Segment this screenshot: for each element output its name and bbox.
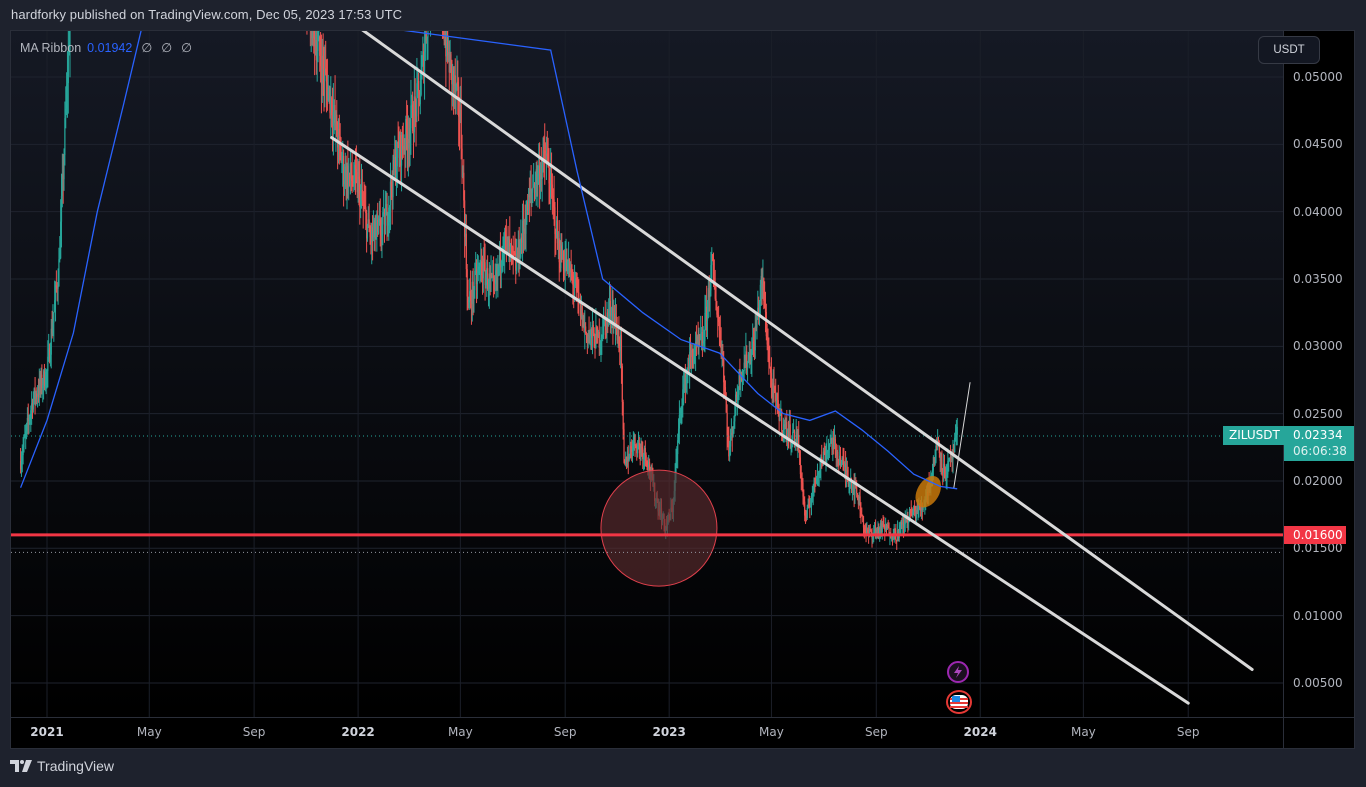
- chart-pane[interactable]: MA Ribbon 0.01942 ∅ ∅ ∅ USDT 0.05000 0.04…: [10, 30, 1355, 749]
- indicator-na-1: ∅: [141, 41, 153, 55]
- candle-body: [779, 415, 781, 421]
- candle-body: [23, 437, 25, 448]
- bar-countdown: 06:06:38: [1293, 444, 1347, 458]
- price-tick-label: 0.03000: [1293, 339, 1343, 354]
- candle-body: [623, 429, 625, 463]
- price-tick-label: 0.05000: [1293, 70, 1343, 84]
- candle-body: [67, 50, 69, 84]
- price-tick-label: 0.01000: [1293, 608, 1343, 623]
- candle-body: [645, 455, 647, 461]
- publish-header: hardforky published on TradingView.com, …: [11, 7, 403, 22]
- indicator-na-2: ∅: [161, 41, 173, 55]
- price-tick-label: 0.03500: [1293, 271, 1343, 286]
- time-tick-label: May: [1070, 725, 1096, 739]
- candle-body: [417, 80, 420, 91]
- time-tick-label: 2021: [30, 725, 64, 739]
- indicator-value: 0.01942: [87, 40, 133, 55]
- price-tick-label: 0.04500: [1293, 137, 1343, 152]
- candle-body: [384, 214, 386, 234]
- lightning-event-icon[interactable]: [947, 661, 969, 683]
- price-tick-label: 0.04000: [1293, 204, 1343, 219]
- candle-body: [465, 233, 467, 270]
- candle-body: [956, 426, 958, 435]
- us-flag-event-icon[interactable]: [946, 690, 972, 714]
- last-price-label: 0.02334 06:06:38: [1284, 426, 1354, 461]
- candle-body: [621, 366, 623, 402]
- time-tick-label: Sep: [242, 725, 266, 739]
- price-tick-label: 0.02000: [1293, 473, 1343, 488]
- price-tick-label: 0.02500: [1293, 406, 1343, 421]
- candle-body: [317, 41, 319, 51]
- time-tick-label: Sep: [1176, 725, 1200, 739]
- horizontal-level-label: 0.01600: [1284, 526, 1346, 544]
- candle-body: [781, 410, 783, 431]
- lightning-glyph-icon: [954, 666, 962, 678]
- time-tick-label: Sep: [864, 725, 888, 739]
- plot-background: [11, 31, 1283, 717]
- time-tick-label: 2023: [652, 725, 686, 739]
- candle-body: [834, 439, 836, 445]
- tradingview-brand: TradingView: [37, 758, 115, 774]
- candle-body: [806, 508, 808, 519]
- symbol-label: ZILUSDT: [1223, 426, 1286, 445]
- candle-body: [792, 431, 794, 440]
- grid: [11, 31, 1283, 717]
- currency-button[interactable]: USDT: [1258, 36, 1320, 64]
- candle-body: [620, 335, 623, 367]
- candle-body: [532, 187, 534, 190]
- candle-body: [941, 452, 943, 470]
- candle-body: [769, 362, 771, 367]
- chart-canvas[interactable]: [11, 31, 1355, 749]
- tradingview-logo[interactable]: TradingView: [10, 758, 114, 774]
- last-price-value: 0.02334: [1293, 428, 1343, 442]
- price-tick-label: 0.00500: [1293, 675, 1343, 690]
- candle-body: [856, 487, 858, 494]
- us-flag-icon: [950, 695, 968, 709]
- time-tick-label: May: [759, 725, 784, 739]
- candle-body: [53, 311, 55, 323]
- time-tick-label: 2024: [963, 725, 997, 739]
- candle-body: [450, 54, 452, 61]
- support-circle: [600, 469, 718, 587]
- time-tick-label: May: [136, 725, 162, 739]
- candle-body: [58, 259, 60, 287]
- indicator-na-3: ∅: [181, 41, 193, 55]
- time-tick-label: 2022: [341, 725, 375, 739]
- time-tick-label: May: [447, 725, 473, 739]
- time-tick-label: Sep: [553, 725, 577, 739]
- tradingview-logo-icon: [10, 760, 32, 772]
- indicator-name: MA Ribbon: [20, 40, 82, 55]
- indicator-legend[interactable]: MA Ribbon 0.01942 ∅ ∅ ∅: [20, 40, 193, 56]
- candle-body: [773, 383, 775, 387]
- candle-body: [837, 451, 839, 460]
